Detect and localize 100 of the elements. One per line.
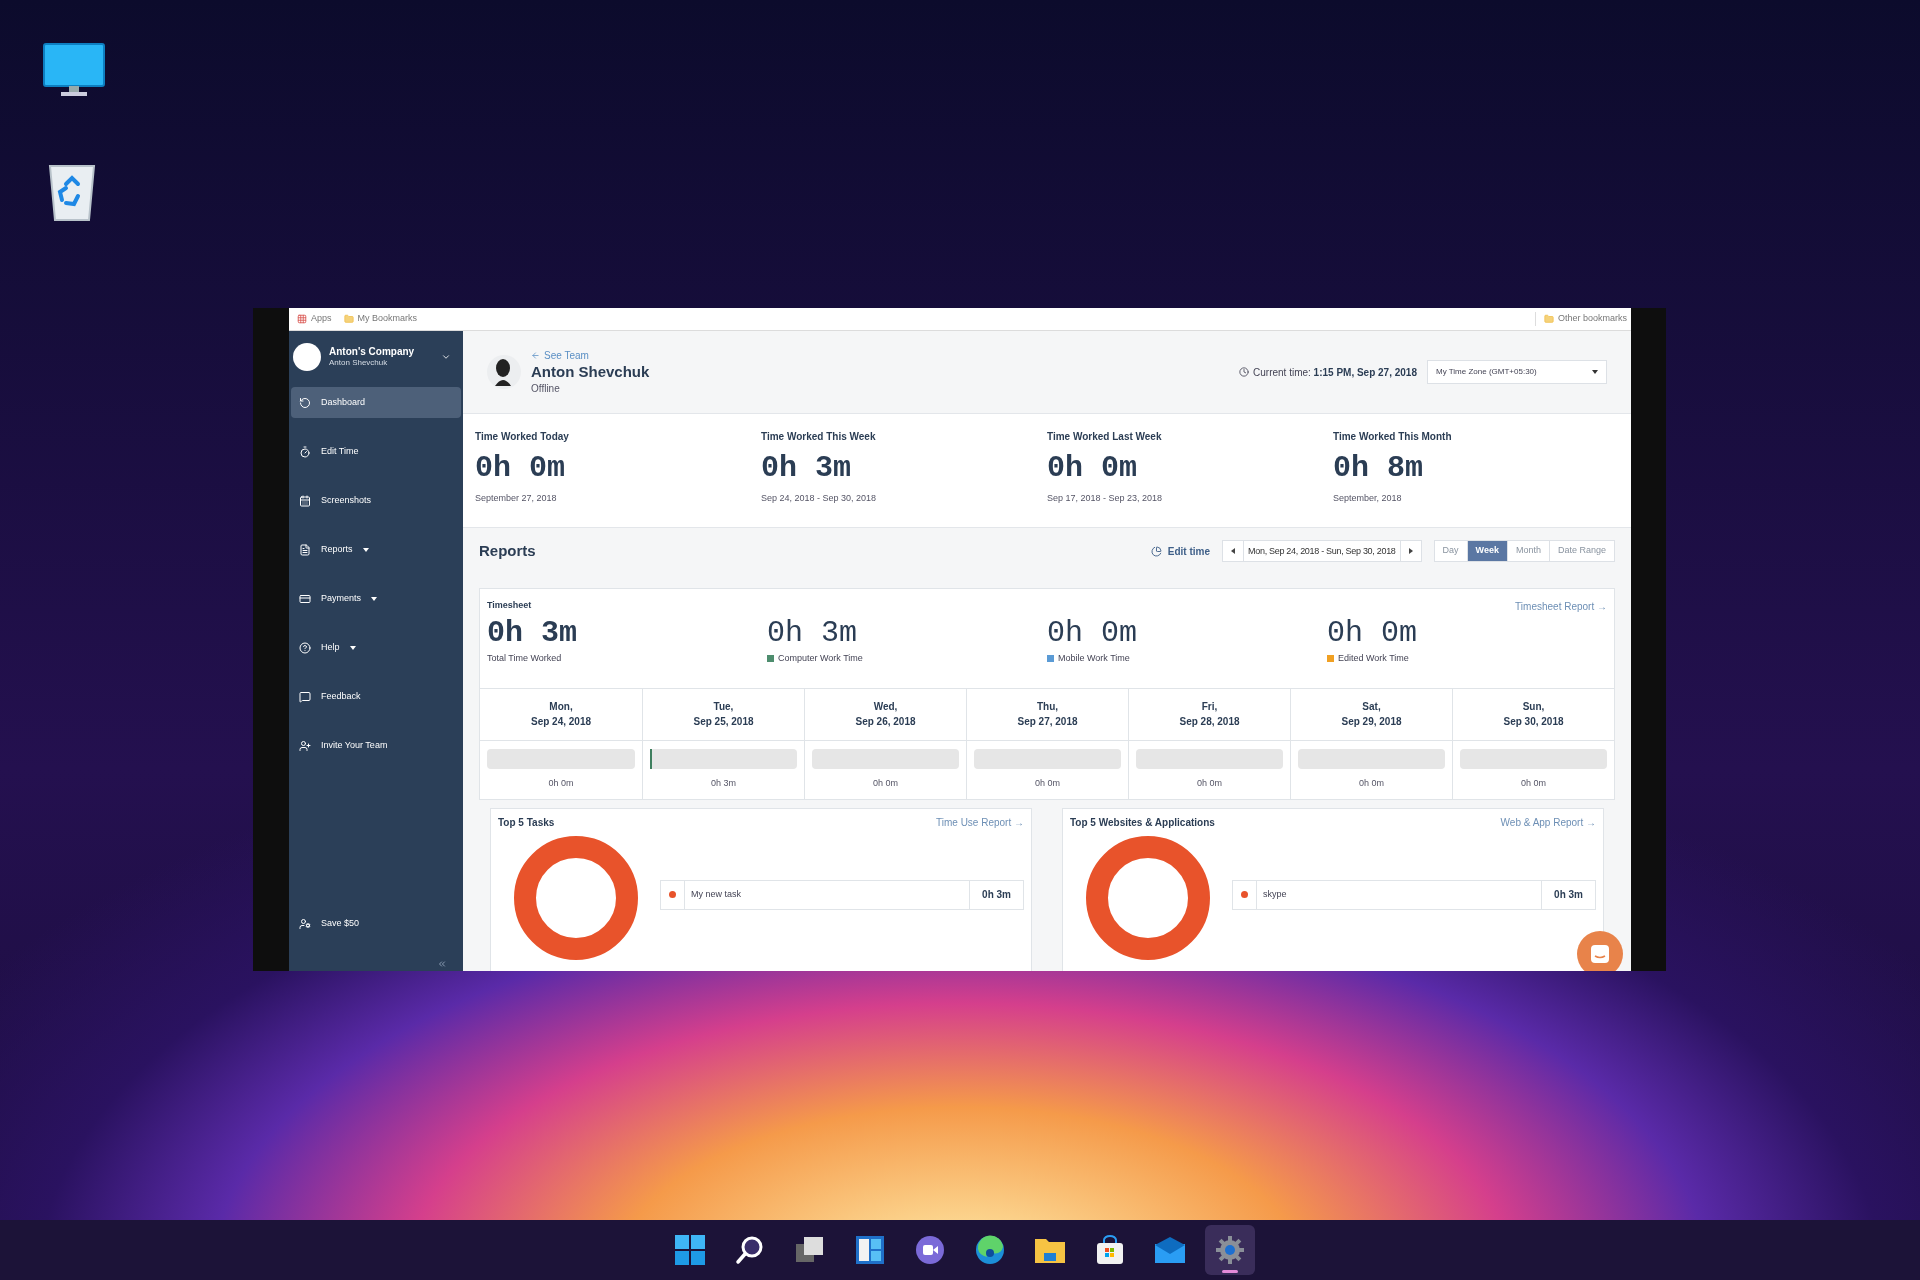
stat-range: Sep 24, 2018 - Sep 30, 2018 — [761, 492, 878, 505]
previous-icon[interactable] — [1231, 548, 1236, 554]
sidebar-item[interactable]: Help — [291, 632, 461, 663]
current-time: Current time: 1:15 PM, Sep 27, 2018 — [1253, 365, 1417, 380]
settings-icon — [1215, 1235, 1245, 1265]
clock-icon — [1239, 367, 1249, 377]
date-label: Sep 29, 2018 — [1341, 715, 1402, 729]
date-label: Sep 26, 2018 — [855, 715, 916, 729]
task-view-icon — [795, 1235, 825, 1265]
monitor-icon[interactable] — [43, 43, 105, 97]
stat-title: Time Worked This Week — [761, 430, 877, 444]
folder-icon — [1034, 1236, 1066, 1264]
day-time: 0h 0m — [1359, 776, 1384, 790]
sidebar-item[interactable]: Invite Your Team — [291, 730, 461, 761]
date-label: Sep 24, 2018 — [530, 715, 591, 729]
user-gear-icon — [299, 917, 311, 930]
chat-launcher[interactable] — [1577, 931, 1623, 971]
total-value: 0h 0m — [1047, 615, 1138, 652]
period-tab[interactable]: Week — [1466, 541, 1507, 561]
user-name: Anton Shevchuk — [531, 362, 650, 382]
report-link[interactable]: Web & App Report → — [1500, 814, 1596, 830]
bookmark-link[interactable]: Other bookmarks — [1534, 312, 1627, 326]
active-indicator — [1222, 1270, 1238, 1273]
sidebar-item[interactable]: Screenshots — [291, 485, 461, 516]
period-tab[interactable]: Day — [1434, 541, 1467, 561]
day-time: 0h 3m — [711, 776, 736, 790]
sidebar-item[interactable]: Feedback — [291, 681, 461, 712]
card-icon — [299, 592, 311, 605]
user-plus-icon — [299, 739, 311, 752]
apps-grid-icon — [297, 314, 307, 324]
day-time: 0h 0m — [548, 776, 574, 790]
day-label: Fri, — [1201, 700, 1218, 714]
report-link[interactable]: Time Use Report → — [936, 814, 1024, 830]
status-text: Offline — [531, 382, 561, 397]
back-arrow-icon — [531, 350, 540, 360]
sidebar-item[interactable]: Dashboard — [291, 387, 461, 418]
stat-value: 0h 3m — [761, 450, 852, 487]
avatar-silhouette — [487, 354, 521, 390]
total-value: 0h 0m — [1327, 615, 1418, 652]
help-icon — [299, 641, 311, 654]
section-title: Reports — [479, 540, 536, 561]
stat-range: September 27, 2018 — [475, 492, 558, 505]
stat-title: Time Worked Last Week — [1047, 430, 1163, 444]
stat-title: Time Worked This Month — [1333, 430, 1453, 444]
stat-value: 0h 0m — [1047, 450, 1138, 487]
legend-name: skype — [1262, 887, 1288, 901]
refresh-icon — [299, 396, 311, 409]
search-icon — [735, 1235, 765, 1265]
legend-time: 0h 3m — [969, 880, 1023, 909]
period-tab[interactable]: Date Range — [1548, 541, 1614, 561]
chat-icon — [299, 690, 311, 703]
video-chat-icon — [915, 1235, 945, 1265]
date-label: Sep 30, 2018 — [1503, 715, 1564, 729]
card-title: Top 5 Tasks — [498, 815, 555, 830]
card-title: Timesheet — [487, 599, 532, 612]
windows-logo-icon — [675, 1235, 705, 1265]
stat-value: 0h 8m — [1333, 450, 1424, 487]
widgets-icon — [855, 1235, 885, 1265]
day-time: 0h 0m — [873, 776, 898, 790]
timezone-select[interactable]: My Time Zone (GMT+05:30) — [1427, 360, 1607, 384]
timer-icon — [299, 445, 311, 458]
sidebar-item[interactable]: Save $50 — [291, 908, 461, 939]
total-value: 0h 3m — [767, 615, 858, 652]
browser-icon — [975, 1235, 1005, 1265]
sidebar-item[interactable]: Reports — [291, 534, 461, 565]
edit-time-link[interactable]: Edit time — [1150, 543, 1211, 559]
stat-title: Time Worked Today — [475, 430, 570, 444]
mail-icon — [1154, 1236, 1186, 1264]
report-link[interactable]: Timesheet Report → — [1515, 599, 1607, 614]
day-label: Mon, — [549, 700, 573, 714]
back-link[interactable]: See Team — [531, 347, 650, 363]
caret-icon — [1592, 370, 1598, 374]
bookmark-link[interactable]: My Bookmarks — [335, 312, 426, 326]
sidebar-item[interactable]: Payments — [291, 583, 461, 614]
sidebar-item[interactable]: Edit Time — [291, 436, 461, 467]
day-label: Sun, — [1522, 700, 1545, 714]
date-range: Mon, Sep 24, 2018 - Sun, Sep 30, 2018 — [1243, 541, 1401, 561]
calendar-icon — [299, 494, 311, 507]
total-label: Computer Work Time — [778, 652, 863, 665]
legend-name: My new task — [690, 887, 742, 901]
date-label: Sep 28, 2018 — [1179, 715, 1240, 729]
stat-range: September, 2018 — [1333, 492, 1403, 505]
stat-value: 0h 0m — [475, 450, 566, 487]
bookmark-link[interactable]: Apps — [293, 312, 336, 326]
next-icon[interactable] — [1408, 548, 1413, 554]
day-time: 0h 0m — [1197, 776, 1222, 790]
message-icon — [1590, 944, 1610, 964]
date-label: Sep 27, 2018 — [1017, 715, 1078, 729]
day-label: Tue, — [713, 700, 734, 714]
total-label: Edited Work Time — [1338, 652, 1409, 665]
pie-icon — [1150, 545, 1162, 557]
stat-range: Sep 17, 2018 - Sep 23, 2018 — [1047, 492, 1164, 505]
total-value: 0h 3m — [487, 615, 578, 652]
folder-icon — [1543, 314, 1554, 324]
company-switcher[interactable]: Anton's Company Anton Shevchuk — [289, 331, 463, 383]
caret-icon — [441, 352, 451, 362]
document-icon — [299, 543, 311, 556]
period-tab[interactable]: Month — [1506, 541, 1549, 561]
day-label: Sat, — [1362, 700, 1381, 714]
folder-icon — [343, 314, 354, 324]
